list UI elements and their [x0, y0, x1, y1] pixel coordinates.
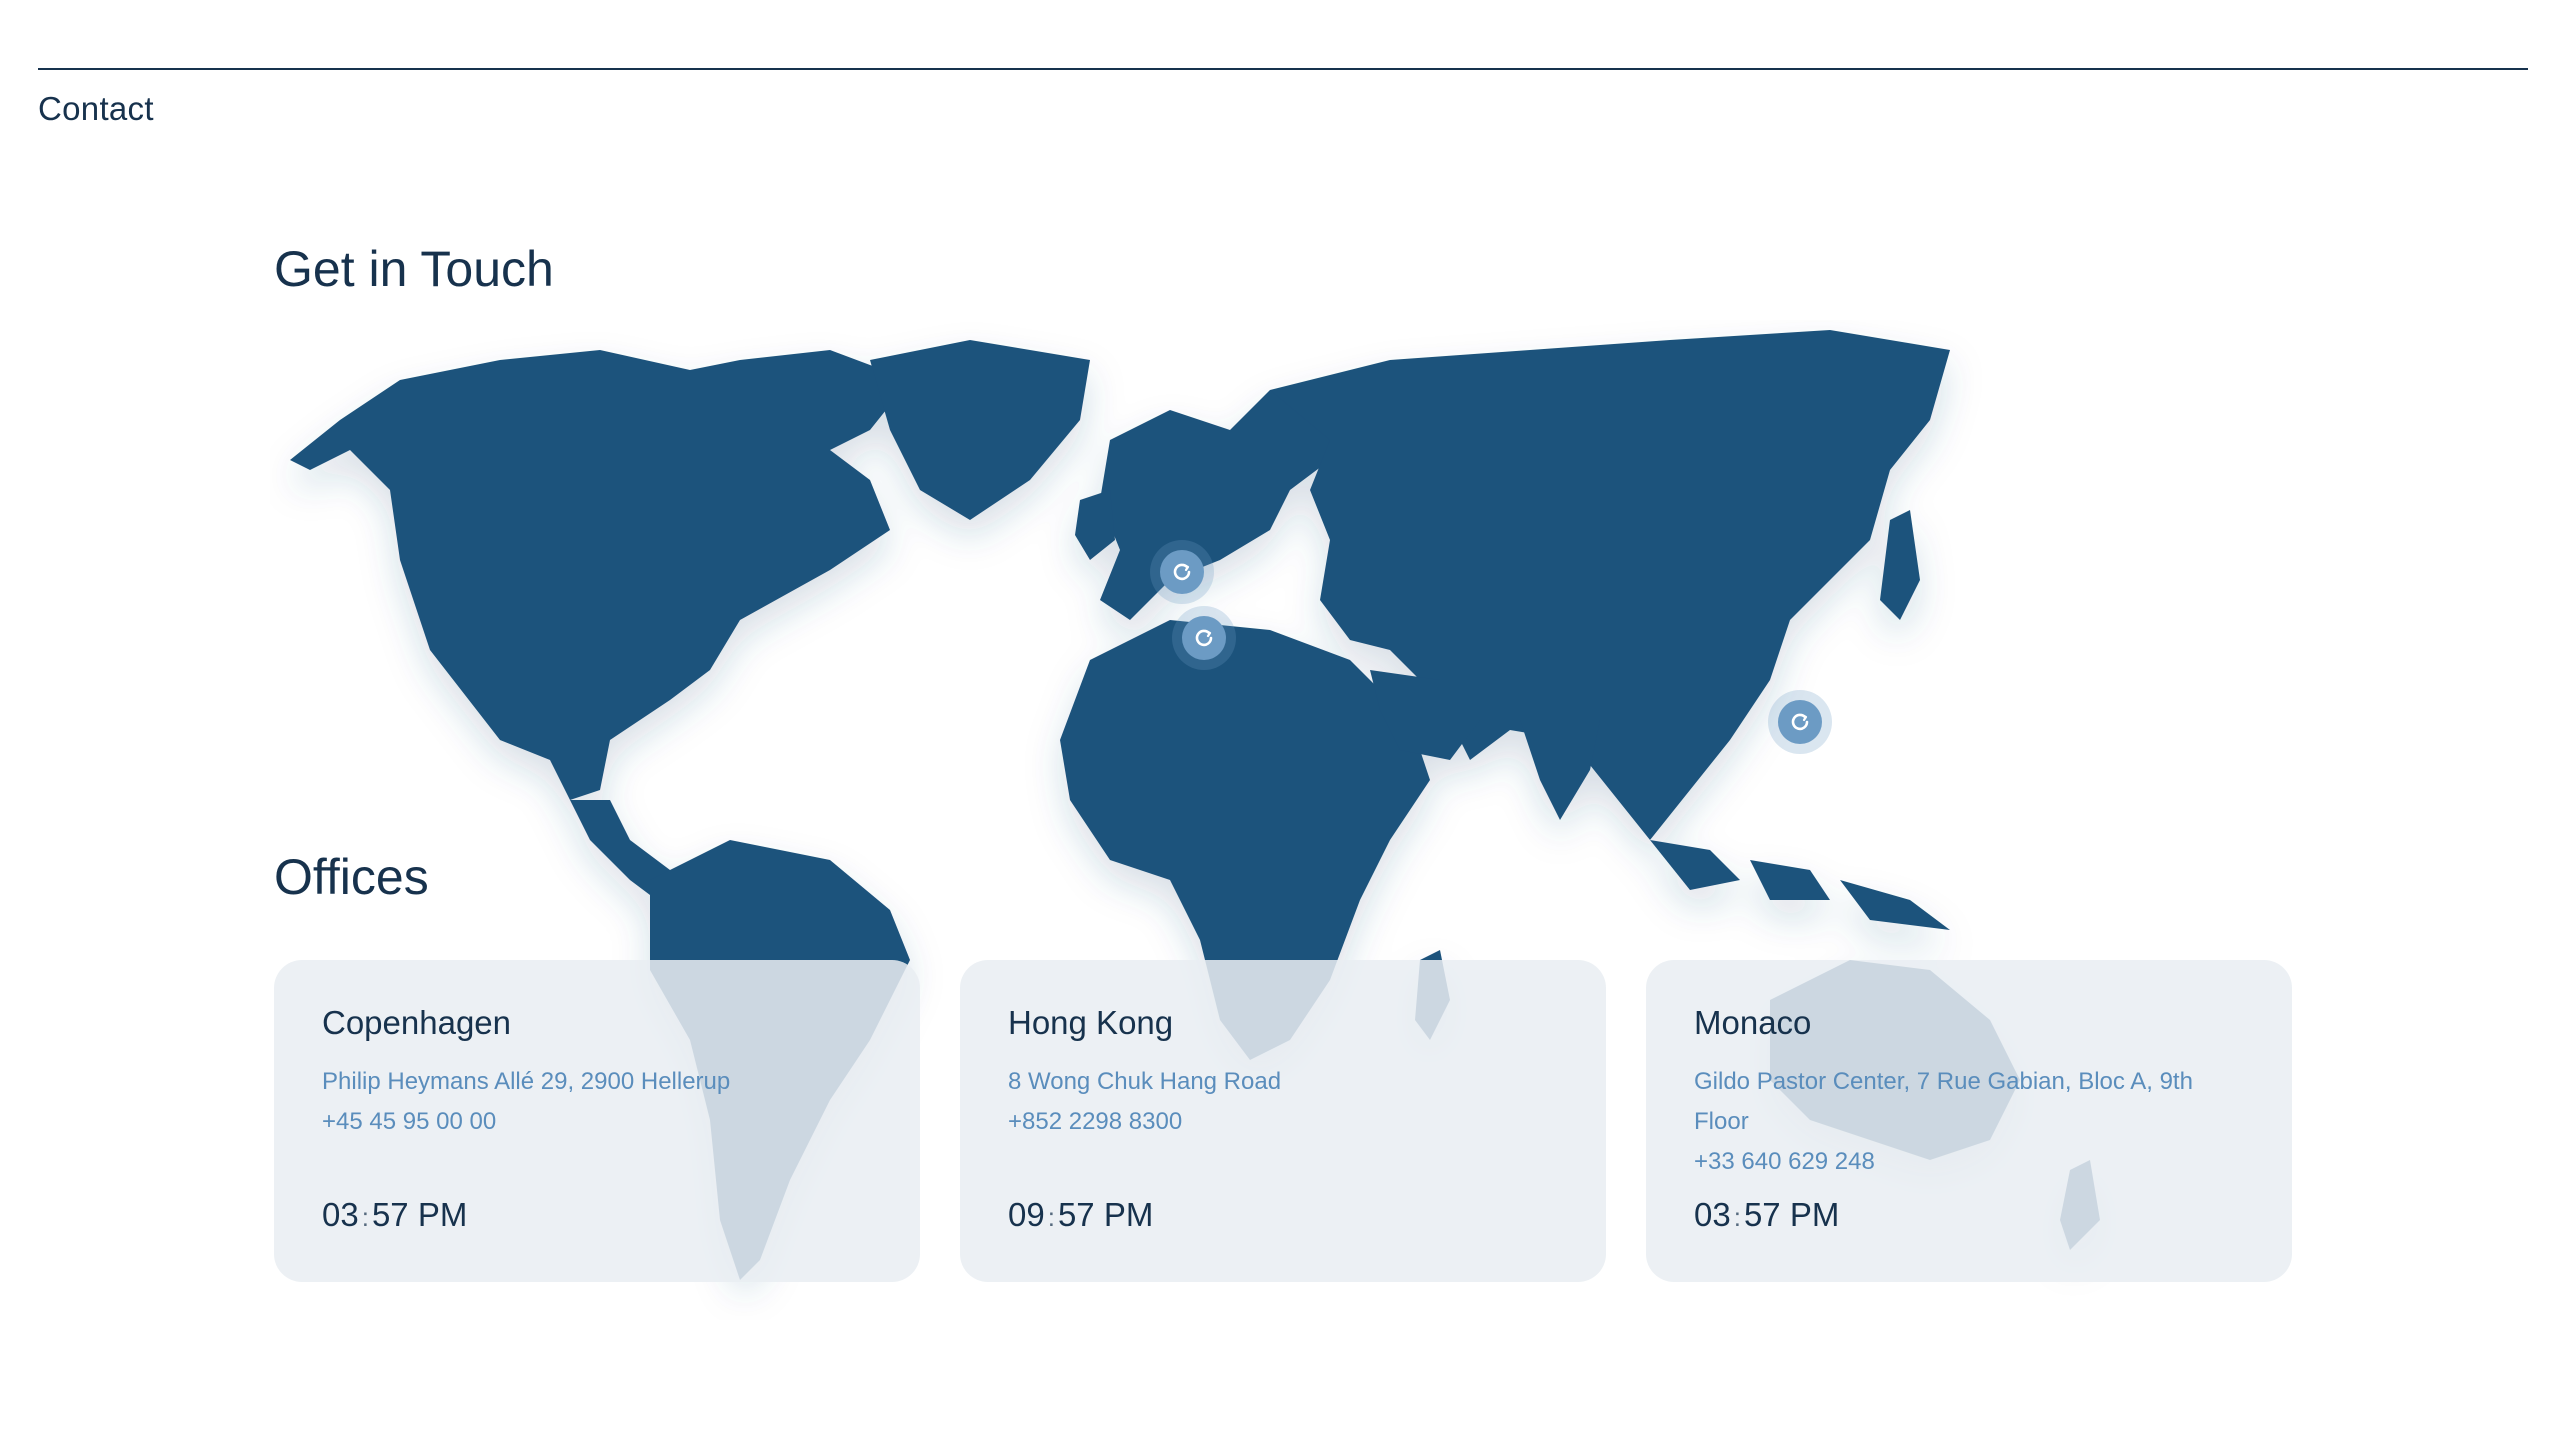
time-hours: 03	[1694, 1196, 1731, 1233]
office-city: Copenhagen	[322, 1004, 512, 1041]
office-phone[interactable]: +33 640 629 248	[1694, 1142, 2244, 1182]
office-card-copenhagen: Copenhagen Philip Heymans Allé 29, 2900 …	[274, 960, 920, 1282]
refresh-icon	[1195, 629, 1213, 647]
office-phone[interactable]: +45 45 95 00 00	[322, 1102, 872, 1142]
office-local-time: 03:57 PM	[1694, 1196, 1839, 1234]
time-separator: :	[1733, 1202, 1741, 1232]
office-card-hong-kong: Hong Kong 8 Wong Chuk Hang Road +852 229…	[960, 960, 1606, 1282]
time-separator: :	[361, 1202, 369, 1232]
office-address[interactable]: Philip Heymans Allé 29, 2900 Hellerup	[322, 1062, 872, 1102]
office-phone[interactable]: +852 2298 8300	[1008, 1102, 1558, 1142]
time-hours: 09	[1008, 1196, 1045, 1233]
office-city: Monaco	[1694, 1004, 1812, 1041]
time-separator: :	[1047, 1202, 1055, 1232]
section-label: Contact	[38, 90, 154, 127]
office-address[interactable]: 8 Wong Chuk Hang Road	[1008, 1062, 1558, 1102]
office-cards: Copenhagen Philip Heymans Allé 29, 2900 …	[274, 960, 2294, 1282]
get-in-touch-heading: Get in Touch	[274, 241, 554, 297]
time-minutes: 57	[1743, 1196, 1781, 1233]
time-hours: 03	[322, 1196, 359, 1233]
map-marker-hong-kong[interactable]	[1778, 700, 1822, 744]
map-marker-copenhagen[interactable]	[1160, 550, 1204, 594]
time-suffix: PM	[417, 1196, 468, 1233]
refresh-icon	[1173, 563, 1191, 581]
office-city: Hong Kong	[1008, 1004, 1174, 1041]
offices-heading: Offices	[274, 849, 429, 905]
contact-page: Contact Get in Touch Offices Copenhagen …	[0, 0, 2560, 1440]
office-local-time: 09:57 PM	[1008, 1196, 1153, 1234]
office-local-time: 03:57 PM	[322, 1196, 467, 1234]
time-minutes: 57	[371, 1196, 409, 1233]
office-address[interactable]: Gildo Pastor Center, 7 Rue Gabian, Bloc …	[1694, 1062, 2244, 1142]
time-minutes: 57	[1057, 1196, 1095, 1233]
time-suffix: PM	[1103, 1196, 1154, 1233]
map-marker-monaco[interactable]	[1182, 616, 1226, 660]
time-suffix: PM	[1789, 1196, 1840, 1233]
office-card-monaco: Monaco Gildo Pastor Center, 7 Rue Gabian…	[1646, 960, 2292, 1282]
refresh-icon	[1791, 713, 1809, 731]
top-divider	[38, 68, 2528, 70]
